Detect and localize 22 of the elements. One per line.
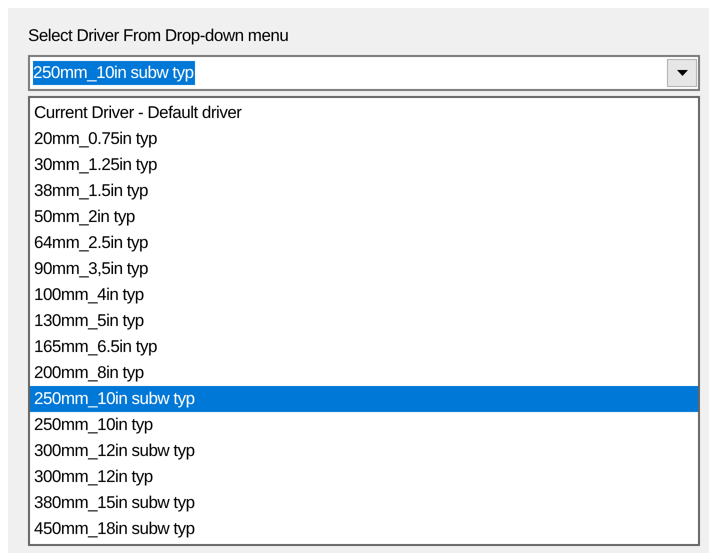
selected-value: 250mm_10in subw typ <box>33 61 195 85</box>
list-option[interactable]: 90mm_3,5in typ <box>30 256 698 282</box>
list-option[interactable]: 380mm_15in subw typ <box>30 490 698 516</box>
list-option[interactable]: Current Driver - Default driver <box>30 100 698 126</box>
list-option[interactable]: 250mm_10in subw typ <box>30 386 698 412</box>
list-option[interactable]: 50mm_2in typ <box>30 204 698 230</box>
prompt-label: Select Driver From Drop-down menu <box>28 25 290 47</box>
list-option[interactable]: 130mm_5in typ <box>30 308 698 334</box>
list-option[interactable]: 38mm_1.5in typ <box>30 178 698 204</box>
driver-dropdown[interactable]: 250mm_10in subw typ <box>28 55 700 91</box>
list-option[interactable]: 165mm_6.5in typ <box>30 334 698 360</box>
list-option[interactable]: 450mm_18in subw typ <box>30 516 698 542</box>
dropdown-button[interactable] <box>667 59 697 87</box>
list-option[interactable]: 64mm_2.5in typ <box>30 230 698 256</box>
list-option[interactable]: 30mm_1.25in typ <box>30 152 698 178</box>
list-option[interactable]: 300mm_12in subw typ <box>30 438 698 464</box>
list-option[interactable]: 250mm_10in typ <box>30 412 698 438</box>
list-option[interactable]: 300mm_12in typ <box>30 464 698 490</box>
list-option[interactable]: 200mm_8in typ <box>30 360 698 386</box>
caret-icon <box>676 70 688 76</box>
list-option[interactable]: 100mm_4in typ <box>30 282 698 308</box>
list-option[interactable]: 20mm_0.75in typ <box>30 126 698 152</box>
